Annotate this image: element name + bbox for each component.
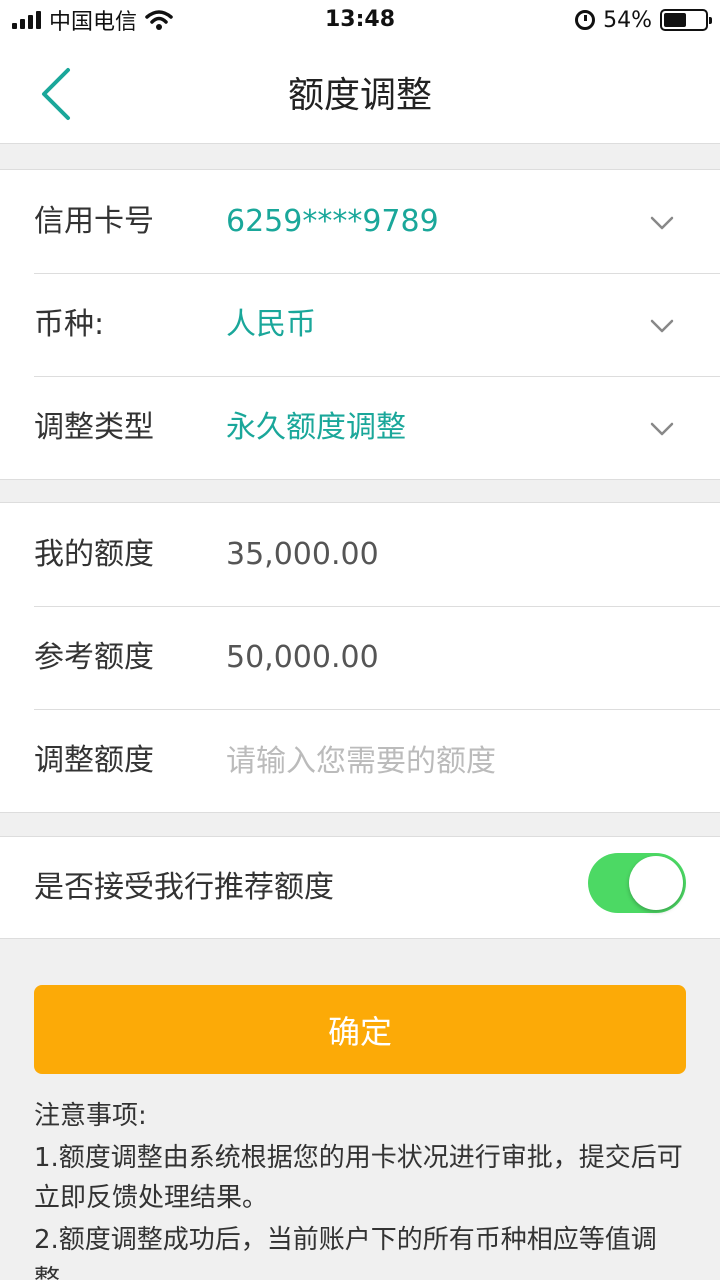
recommend-toggle[interactable] — [588, 853, 686, 913]
recommend-group: 是否接受我行推荐额度 — [0, 836, 720, 939]
chevron-left-icon — [42, 68, 70, 120]
wifi-icon — [145, 10, 173, 30]
chevron-down-icon — [650, 319, 674, 333]
note-item: 2.额度调整成功后，当前账户下的所有币种相应等值调整。 — [34, 1225, 657, 1280]
card-number-label: 信用卡号 — [34, 204, 154, 239]
carrier-name: 中国电信 — [49, 10, 138, 35]
adjust-type-value: 永久额度调整 — [226, 410, 406, 445]
adjust-type-label: 调整类型 — [34, 410, 154, 445]
page-title: 额度调整 — [287, 75, 432, 116]
battery-fill — [664, 13, 686, 27]
status-left: 中国电信 — [12, 0, 173, 40]
my-limit-value: 35,000.00 — [226, 537, 379, 572]
currency-label: 币种: — [34, 307, 105, 342]
recommend-label: 是否接受我行推荐额度 — [34, 870, 334, 905]
battery-percent: 54% — [603, 7, 652, 33]
confirm-button[interactable]: 确定 — [34, 985, 686, 1074]
notes-section: 注意事项: 1.额度调整由系统根据您的用卡状况进行审批，提交后可立即反馈处理结果… — [34, 1096, 694, 1280]
my-limit-row: 我的额度 35,000.00 — [0, 503, 720, 606]
card-info-group: 信用卡号 6259****9789 币种: 人民币 调整类型 永久额度调整 — [0, 169, 720, 480]
toggle-knob — [629, 856, 683, 910]
chevron-down-icon — [650, 216, 674, 230]
nav-bar: 额度调整 — [0, 40, 720, 144]
note-item: 1.额度调整由系统根据您的用卡状况进行审批，提交后可立即反馈处理结果。 — [34, 1143, 683, 1213]
reference-limit-label: 参考额度 — [34, 640, 154, 675]
reference-limit-row: 参考额度 50,000.00 — [0, 606, 720, 709]
status-right: 54% — [575, 0, 712, 40]
currency-row[interactable]: 币种: 人民币 — [0, 273, 720, 376]
reference-limit-value: 50,000.00 — [226, 640, 379, 675]
currency-value: 人民币 — [226, 307, 316, 342]
status-bar: 中国电信 13:48 54% — [0, 0, 720, 40]
card-number-row[interactable]: 信用卡号 6259****9789 — [0, 170, 720, 273]
limit-group: 我的额度 35,000.00 参考额度 50,000.00 调整额度 — [0, 502, 720, 813]
recommend-row: 是否接受我行推荐额度 — [0, 837, 720, 938]
back-button[interactable] — [30, 64, 90, 124]
adjust-amount-label: 调整额度 — [34, 743, 154, 778]
alarm-icon — [575, 10, 596, 30]
my-limit-label: 我的额度 — [34, 537, 154, 572]
notes-title: 注意事项: — [34, 1101, 147, 1131]
adjust-amount-row: 调整额度 — [0, 709, 720, 812]
adjust-amount-input[interactable] — [226, 733, 686, 789]
card-number-value: 6259****9789 — [226, 204, 439, 239]
chevron-down-icon — [650, 422, 674, 436]
battery-icon — [660, 9, 712, 31]
signal-icon — [12, 11, 41, 29]
adjust-type-row[interactable]: 调整类型 永久额度调整 — [0, 376, 720, 479]
